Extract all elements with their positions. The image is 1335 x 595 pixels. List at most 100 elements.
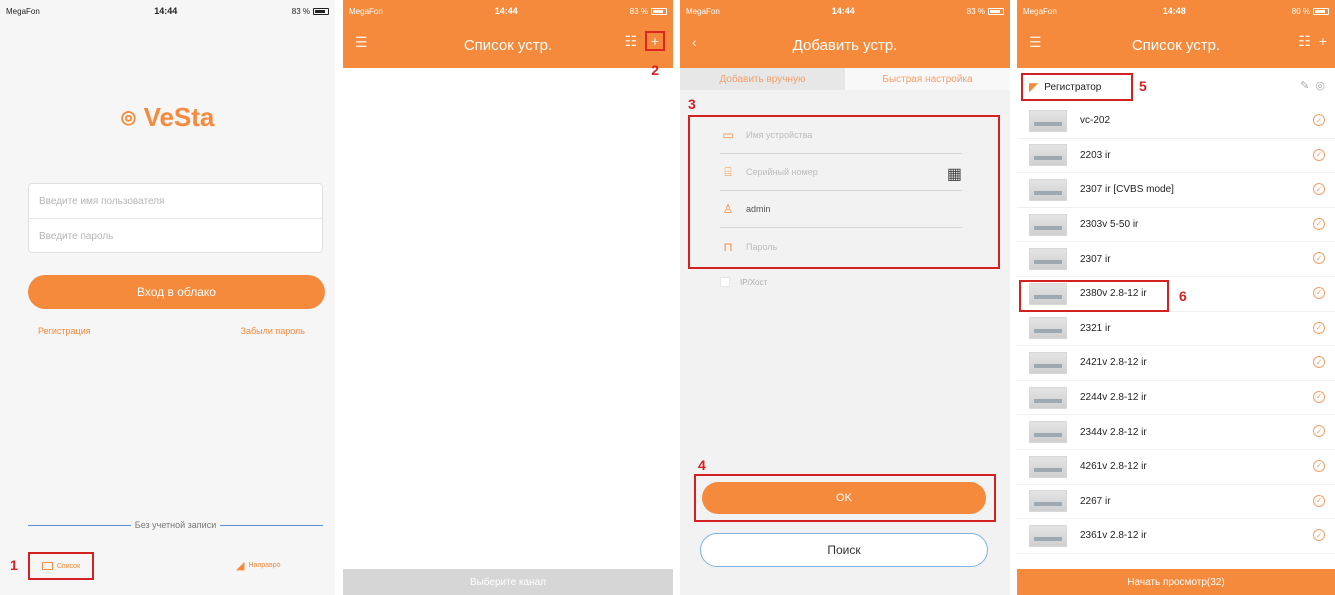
camera-row[interactable]: 2303v 5-50 ir ✓ [1017,208,1335,243]
divider-line [220,524,324,526]
search-button[interactable]: Поиск [700,533,988,567]
device-name-placeholder: Имя устройства [746,130,813,140]
camera-thumbnail [1029,386,1067,409]
no-account-label: Без учетной записи [134,520,217,530]
password-field[interactable]: ⊓ Пароль [720,228,962,265]
start-view-button[interactable]: Начать просмотр(32) [1017,569,1335,595]
recorder-name: Регистратор [1044,81,1102,93]
battery-indicator: 83 % [967,7,1004,16]
camera-row[interactable]: 2344v 2.8-12 ir ✓ [1017,415,1335,450]
camera-row[interactable]: 2203 ir ✓ [1017,139,1335,174]
recorder-actions: ✎ ◎ [1300,79,1325,92]
recorder-row[interactable]: ◤ Регистратор 5 ✎ ◎ [1017,70,1335,104]
menu-icon[interactable]: ☰ [1029,34,1042,51]
add-device-button[interactable]: + [645,31,665,51]
battery-indicator: 80 % [1292,7,1329,16]
tab-quick-setup[interactable]: Быстрая настройка [845,68,1010,90]
camera-row[interactable]: 4261v 2.8-12 ir ✓ [1017,450,1335,485]
battery-icon [313,7,329,15]
ok-button[interactable]: OK [702,482,986,514]
camera-row[interactable]: 2244v 2.8-12 ir ✓ [1017,381,1335,416]
select-channel-button[interactable]: Выберите канал [343,569,673,595]
edit-icon[interactable]: ✎ [1300,79,1309,92]
menu-icon[interactable]: ☰ [355,34,368,51]
battery-indicator: 83 % [630,7,667,16]
password-input[interactable]: Введите пароль [29,219,322,254]
device-name-field[interactable]: ▭ Имя устройства [720,117,962,154]
tab-manual[interactable]: Добавить вручную [680,68,845,90]
nav-bar: ☰ Список устр. ☷ + [343,22,673,68]
battery-icon [1313,7,1329,15]
camera-name: 2344v 2.8-12 ir [1080,426,1147,438]
status-bar: MegaFon 14:44 83 % [0,0,335,22]
camera-row[interactable]: 2267 ir ✓ [1017,485,1335,520]
edit-list-icon[interactable]: ☷ [624,33,637,51]
check-circle-icon[interactable]: ✓ [1313,425,1325,438]
camera-name: 2321 ir [1080,322,1111,334]
camera-thumbnail [1029,317,1067,340]
page-title: Добавить устр. [792,36,898,54]
camera-row[interactable]: 2421v 2.8-12 ir ✓ [1017,346,1335,381]
camera-thumbnail [1029,421,1067,444]
status-bar: MegaFon 14:44 83 % [343,0,673,22]
step-marker-6: 6 [1179,288,1187,304]
recorder-label-box: ◤ Регистратор [1021,73,1133,101]
device-form: ▭ Имя устройства ⌸ Серийный номер ▦ ♙ ad… [702,117,980,267]
camera-row[interactable]: 2307 ir ✓ [1017,242,1335,277]
back-chevron-icon[interactable]: ‹ [692,34,697,50]
camera-row[interactable]: vc-202 ✓ [1017,104,1335,139]
camera-name: 2203 ir [1080,149,1111,161]
highlight-camera-box [1019,280,1169,312]
status-time: 14:44 [154,6,178,16]
camera-name: 2421v 2.8-12 ir [1080,357,1147,369]
check-circle-icon[interactable]: ✓ [1313,494,1325,507]
app-logo: ◎ VeSta [0,102,335,133]
check-circle-icon[interactable]: ✓ [1313,321,1325,334]
check-circle-icon[interactable]: ✓ [1313,114,1325,126]
check-circle-icon[interactable]: ✓ [1313,286,1325,299]
camera-thumbnail [1029,524,1067,547]
tab-guide[interactable]: ◢ Направро [236,559,281,572]
camera-name: 2267 ir [1080,495,1111,507]
check-circle-icon[interactable]: ✓ [1313,252,1325,265]
iphost-checkbox[interactable] [720,277,730,287]
forgot-password-link[interactable]: Забыли пароль [241,326,305,336]
battery-percent: 83 % [966,6,985,16]
register-link[interactable]: Регистрация [38,326,91,336]
iphost-option[interactable]: IP/Хост [720,277,767,287]
check-circle-icon[interactable]: ✓ [1313,459,1325,472]
camera-row[interactable]: 2321 ir ✓ [1017,312,1335,347]
check-circle-icon[interactable]: ✓ [1313,529,1325,542]
camera-row[interactable]: 2361v 2.8-12 ir ✓ [1017,519,1335,554]
login-screen: MegaFon 14:44 83 % ◎ VeSta Введите имя п… [0,0,335,595]
serial-number-field[interactable]: ⌸ Серийный номер ▦ [720,154,962,191]
device-list-empty-screen: MegaFon 14:44 83 % ☰ Список устр. ☷ + 2 … [343,0,673,595]
camera-row[interactable]: 2307 ir [CVBS mode] ✓ [1017,173,1335,208]
cloud-login-button[interactable]: Вход в облако [28,275,325,309]
tab-guide-label: Направро [248,562,281,569]
check-circle-icon[interactable]: ✓ [1313,356,1325,369]
check-circle-icon[interactable]: ✓ [1313,390,1325,403]
camera-thumbnail [1029,178,1067,201]
check-circle-icon[interactable]: ✓ [1313,183,1325,196]
camera-thumbnail [1029,213,1067,236]
add-device-icon[interactable]: + [1319,33,1327,50]
edit-list-icon[interactable]: ☷ [1298,33,1311,50]
camera-name: 4261v 2.8-12 ir [1080,461,1147,473]
check-circle-icon[interactable]: ✓ [1313,148,1325,161]
qr-code-icon[interactable]: ▦ [947,164,962,184]
check-circle-icon[interactable]: ◎ [1315,79,1325,92]
username-field[interactable]: ♙ admin [720,191,962,228]
camera-thumbnail [1029,455,1067,478]
camera-thumbnail [1029,144,1067,167]
divider-line [28,524,131,526]
camera-icon: ◤ [1029,80,1039,94]
tab-device-list[interactable]: Список [28,552,94,580]
camera-thumbnail [1029,248,1067,271]
check-circle-icon[interactable]: ✓ [1313,217,1325,230]
status-bar: MegaFon 14:44 83 % [680,0,1010,22]
username-input[interactable]: Введите имя пользователя [29,184,322,219]
step-marker-5: 5 [1139,78,1147,94]
monitor-icon [41,562,53,570]
logo-icon: ◎ [120,107,137,127]
